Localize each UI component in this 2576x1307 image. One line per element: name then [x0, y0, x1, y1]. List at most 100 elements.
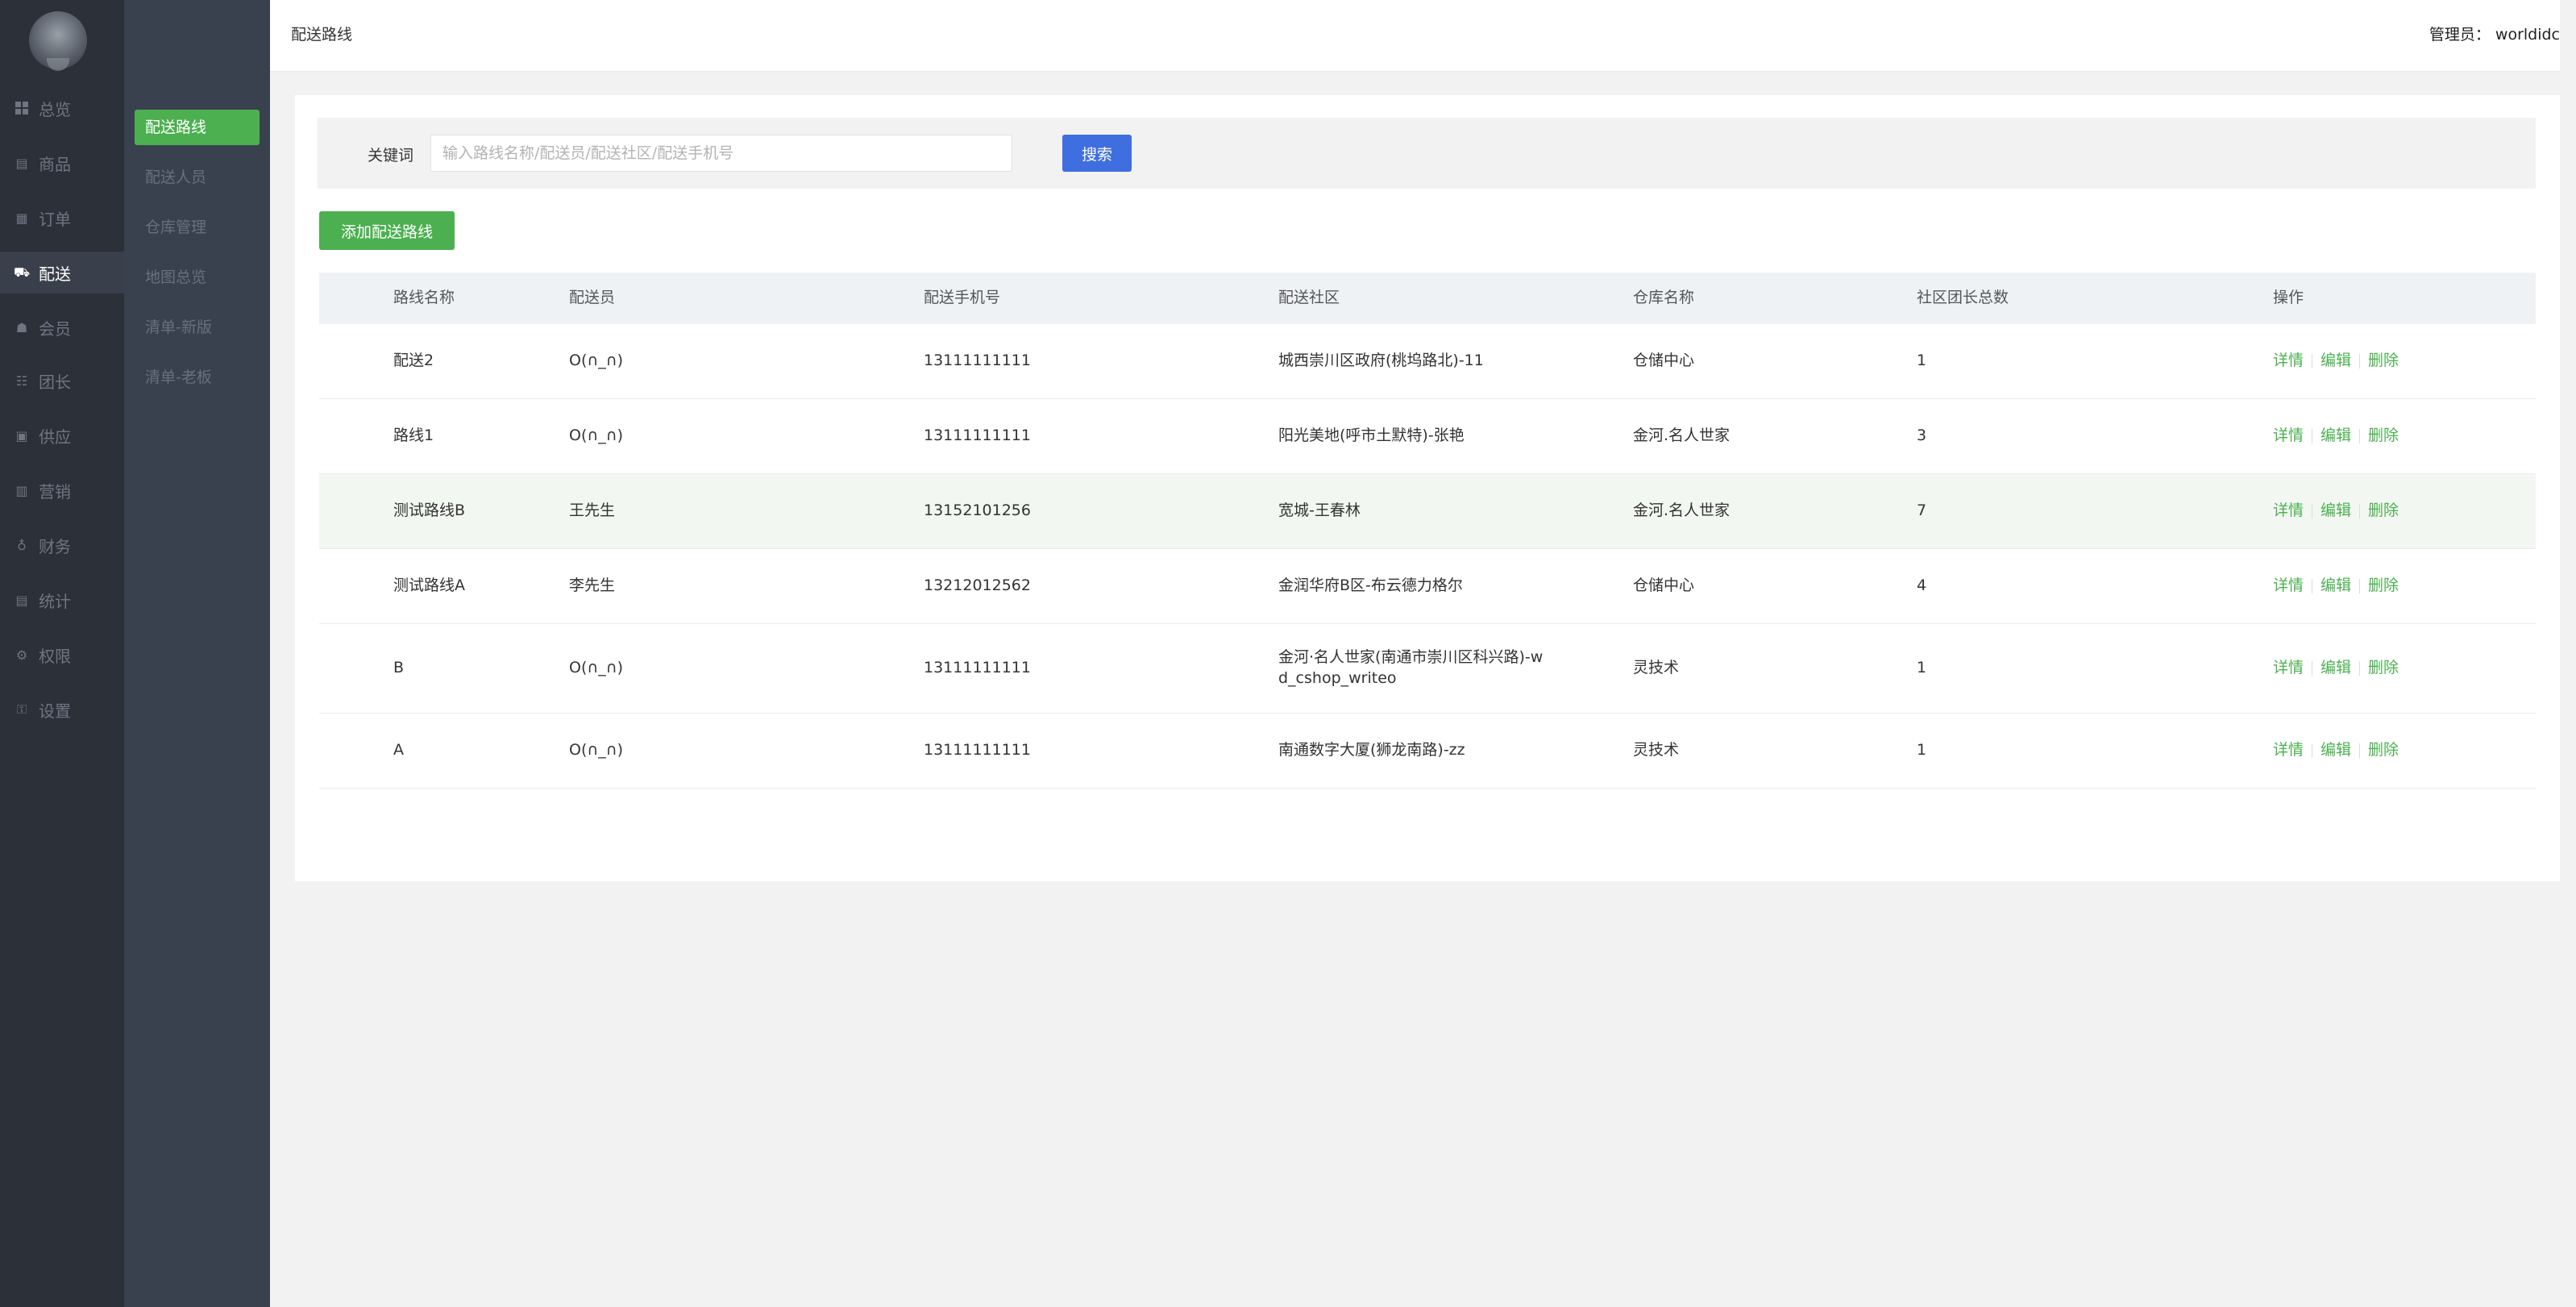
column-header[interactable]: 路线名称 — [393, 273, 555, 324]
edit-link[interactable]: 编辑 — [2320, 501, 2351, 522]
nav-label: 团长 — [39, 372, 71, 392]
leader-count: 1 — [1917, 352, 1927, 370]
delete-link[interactable]: 删除 — [2368, 426, 2399, 447]
add-route-button[interactable]: 添加配送路线 — [319, 211, 455, 250]
nav-item-goods[interactable]: ▤ 商品 — [0, 144, 124, 182]
nav-item-permission[interactable]: ⚙ 权限 — [0, 635, 124, 674]
courier: 王先生 — [569, 502, 616, 520]
admin-user[interactable]: 管理员： worldidc — [2429, 23, 2560, 44]
edit-link[interactable]: 编辑 — [2320, 658, 2351, 679]
settings-icon: ⚿ — [16, 701, 27, 717]
divider — [2359, 354, 2361, 368]
column-header[interactable]: 配送手机号 — [924, 273, 1246, 324]
warehouse: 灵技术 — [1633, 659, 1680, 677]
detail-link[interactable]: 详情 — [2273, 351, 2304, 372]
detail-link[interactable]: 详情 — [2273, 501, 2304, 522]
divider — [2359, 579, 2361, 593]
nav-item-group-leader[interactable]: ☷ 团长 — [0, 361, 124, 400]
subnav-item-warehouse[interactable]: 仓库管理 — [135, 210, 260, 245]
column-header[interactable]: 配送社区 — [1278, 273, 1568, 324]
nav-item-marketing[interactable]: ▥ 营销 — [0, 471, 124, 510]
avatar-logo[interactable] — [29, 11, 87, 71]
table-row[interactable]: 测试路线A 李先生 13212012562 金润华府B区-布云德力格尔 仓储中心… — [319, 549, 2536, 624]
column-header[interactable]: 仓库名称 — [1633, 273, 1891, 324]
row-actions: 详情 编辑 删除 — [2273, 399, 2515, 473]
subnav-item-list-new[interactable]: 清单-新版 — [135, 310, 260, 345]
delete-link[interactable]: 删除 — [2368, 501, 2399, 522]
routes-table: 路线名称 配送员 配送手机号 配送社区 仓库名称 社区团长总数 操作 配送2 O… — [319, 273, 2536, 789]
nav-item-dashboard[interactable]: 总览 — [0, 89, 124, 127]
community: 金润华府B区-布云德力格尔 — [1278, 576, 1463, 595]
search-input[interactable] — [430, 135, 1012, 172]
permission-icon: ⚙ — [15, 647, 28, 663]
table-row[interactable]: 路线1 O(∩_∩) 13111111111 阳光美地(呼市土默特)-张艳 金河… — [319, 399, 2536, 474]
table-header: 路线名称 配送员 配送手机号 配送社区 仓库名称 社区团长总数 操作 — [319, 273, 2536, 324]
nav-item-supply[interactable]: ▣ 供应 — [0, 416, 124, 455]
community: 阳光美地(呼市土默特)-张艳 — [1278, 427, 1465, 445]
goods-icon: ▤ — [15, 155, 28, 171]
dashboard-icon — [15, 102, 29, 114]
courier-phone: 13152101256 — [924, 502, 1031, 520]
warehouse: 金河.名人世家 — [1633, 427, 1730, 445]
primary-sidebar: 总览 ▤ 商品 ▦ 订单 ⛟ 配送 ☗ 会员 ☷ 团长 ▣ 供应 ▥ 营销 ♁ … — [0, 0, 124, 1307]
warehouse: 仓储中心 — [1633, 352, 1695, 370]
member-icon: ☗ — [15, 319, 28, 335]
edit-link[interactable]: 编辑 — [2320, 351, 2351, 372]
edit-link[interactable]: 编辑 — [2320, 426, 2351, 447]
statistics-icon: ▤ — [15, 592, 28, 608]
edit-link[interactable]: 编辑 — [2320, 576, 2351, 597]
courier-phone: 13111111111 — [924, 659, 1031, 677]
community: 城西崇川区政府(桃坞路北)-11 — [1278, 352, 1484, 370]
subnav-item-map[interactable]: 地图总览 — [135, 260, 260, 295]
delete-link[interactable]: 删除 — [2368, 576, 2399, 597]
route-name: 路线1 — [393, 427, 434, 445]
warehouse: 仓储中心 — [1633, 576, 1695, 595]
leader-count: 1 — [1917, 741, 1927, 760]
nav-item-members[interactable]: ☗ 会员 — [0, 308, 124, 347]
delete-link[interactable]: 删除 — [2368, 351, 2399, 372]
leader-count: 1 — [1917, 659, 1927, 677]
divider — [2359, 504, 2361, 518]
breadcrumb: 配送路线 — [291, 26, 353, 44]
table-row[interactable]: 配送2 O(∩_∩) 13111111111 城西崇川区政府(桃坞路北)-11 … — [319, 324, 2536, 399]
divider — [2359, 743, 2361, 758]
delete-link[interactable]: 删除 — [2368, 658, 2399, 679]
nav-item-settings[interactable]: ⚿ 设置 — [0, 690, 124, 729]
top-header: 配送路线 管理员： worldidc — [270, 0, 2560, 71]
route-name: 配送2 — [393, 352, 434, 370]
detail-link[interactable]: 详情 — [2273, 740, 2304, 761]
delete-link[interactable]: 删除 — [2368, 740, 2399, 761]
detail-link[interactable]: 详情 — [2273, 658, 2304, 679]
nav-item-finance[interactable]: ♁ 财务 — [0, 526, 124, 564]
detail-link[interactable]: 详情 — [2273, 426, 2304, 447]
warehouse: 灵技术 — [1633, 741, 1680, 760]
nav-item-statistics[interactable]: ▤ 统计 — [0, 581, 124, 619]
courier: O(∩_∩) — [569, 741, 624, 760]
row-actions: 详情 编辑 删除 — [2273, 714, 2515, 788]
row-actions: 详情 编辑 删除 — [2273, 474, 2515, 548]
search-button[interactable]: 搜索 — [1062, 135, 1132, 172]
search-bar: 关键词 搜索 — [318, 118, 2536, 189]
edit-link[interactable]: 编辑 — [2320, 740, 2351, 761]
group-leader-icon: ☷ — [15, 373, 28, 389]
nav-label: 设置 — [39, 701, 71, 721]
page-scrollbar[interactable] — [2560, 0, 2576, 1307]
column-header[interactable]: 社区团长总数 — [1917, 273, 2158, 324]
courier-phone: 13111111111 — [924, 352, 1031, 370]
nav-item-delivery[interactable]: ⛟ 配送 — [0, 252, 124, 293]
nav-item-orders[interactable]: ▦ 订单 — [0, 198, 124, 237]
column-header[interactable]: 操作 — [2273, 273, 2515, 324]
table-row[interactable]: A O(∩_∩) 13111111111 南通数字大厦(狮龙南路)-zz 灵技术… — [319, 714, 2536, 789]
secondary-sidebar: 配送路线 配送人员 仓库管理 地图总览 清单-新版 清单-老板 — [124, 0, 270, 1307]
subnav-item-routes[interactable]: 配送路线 — [135, 110, 260, 145]
courier: O(∩_∩) — [569, 427, 624, 445]
subnav-item-couriers[interactable]: 配送人员 — [135, 160, 260, 195]
nav-label: 权限 — [39, 646, 71, 666]
subnav-item-list-old[interactable]: 清单-老板 — [135, 360, 260, 395]
table-row[interactable]: 测试路线B 王先生 13152101256 宽城-王春林 金河.名人世家 7 详… — [319, 474, 2536, 549]
table-row[interactable]: B O(∩_∩) 13111111111 金河·名人世家(南通市崇川区科兴路)-… — [319, 624, 2536, 714]
divider — [2359, 429, 2361, 443]
detail-link[interactable]: 详情 — [2273, 576, 2304, 597]
column-header[interactable]: 配送员 — [569, 273, 891, 324]
supply-icon: ▣ — [15, 427, 28, 443]
